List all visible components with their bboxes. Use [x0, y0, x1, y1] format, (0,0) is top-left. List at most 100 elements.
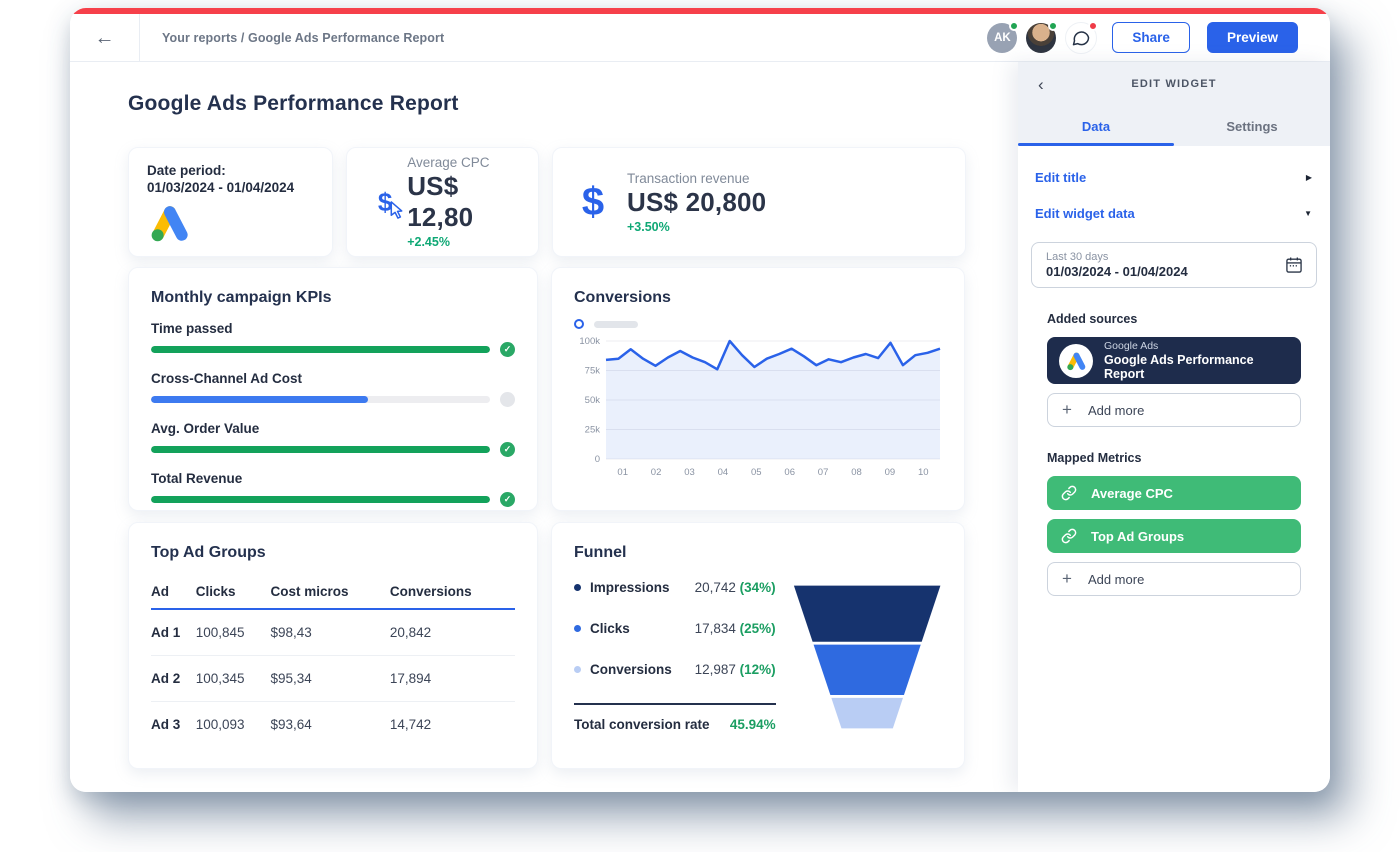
- calendar-icon: [1284, 255, 1304, 275]
- add-metric-button[interactable]: + Add more: [1047, 562, 1301, 596]
- kpi-label: Time passed: [151, 321, 515, 336]
- metric-label: Average CPC: [407, 155, 522, 170]
- legend-dot-icon: [574, 666, 581, 673]
- svg-text:75k: 75k: [585, 366, 601, 377]
- link-icon: [1061, 485, 1077, 501]
- kpi-status-icon: [500, 392, 515, 407]
- summary-cards-row: Date period: 01/03/2024 - 01/04/2024 $: [128, 147, 1018, 257]
- svg-text:02: 02: [651, 467, 662, 478]
- date-range-selector[interactable]: Last 30 days 01/03/2024 - 01/04/2024: [1031, 242, 1317, 288]
- chart-legend: [574, 319, 942, 329]
- app-window: ← Your reports / Google Ads Performance …: [70, 8, 1330, 792]
- funnel-widget[interactable]: Funnel Impressions 20,742 (34%) Clicks: [551, 522, 965, 769]
- report-canvas: Google Ads Performance Report Date perio…: [70, 62, 1018, 792]
- back-arrow-icon: ←: [95, 28, 115, 48]
- topbar-actions: AK Share Preview: [987, 22, 1330, 54]
- plus-icon: +: [1062, 400, 1072, 420]
- date-preset: Last 30 days: [1046, 251, 1188, 263]
- date-range-value: 01/03/2024 - 01/04/2024: [1046, 264, 1188, 279]
- svg-text:0: 0: [595, 454, 600, 465]
- average-cpc-card[interactable]: $ Average CPC US$ 12,80 +2.45%: [346, 147, 539, 257]
- conversions-widget[interactable]: Conversions 025k50k75k100k01020304050607…: [551, 267, 965, 511]
- avatar-initials-text: AK: [994, 32, 1011, 44]
- legend-dot-icon: [574, 584, 581, 591]
- col-cost-micros: Cost micros: [270, 576, 389, 609]
- page-background: ← Your reports / Google Ads Performance …: [0, 0, 1400, 852]
- svg-text:04: 04: [718, 467, 729, 478]
- preview-button[interactable]: Preview: [1207, 22, 1298, 53]
- dollar-cursor-icon: $: [363, 187, 407, 218]
- panel-title: EDIT WIDGET: [1018, 78, 1330, 90]
- svg-text:01: 01: [617, 467, 628, 478]
- widgets-row-2: Monthly campaign KPIs Time passed ✓ Cros…: [128, 267, 1018, 511]
- avatar-photo[interactable]: [1026, 23, 1056, 53]
- kpi-label: Avg. Order Value: [151, 421, 515, 436]
- mapped-metric-average-cpc[interactable]: Average CPC: [1047, 476, 1301, 510]
- widget-title: Conversions: [574, 289, 942, 307]
- mapped-metric-top-ad-groups[interactable]: Top Ad Groups: [1047, 519, 1301, 553]
- notification-dot: [1088, 21, 1098, 31]
- top-ad-groups-widget[interactable]: Top Ad Groups Ad Clicks Cost micros Conv…: [128, 522, 538, 769]
- svg-text:10: 10: [918, 467, 929, 478]
- svg-text:05: 05: [751, 467, 762, 478]
- col-clicks: Clicks: [196, 576, 271, 609]
- svg-text:07: 07: [818, 467, 829, 478]
- table-row: Ad 2 100,345 $95,34 17,894: [151, 656, 515, 702]
- funnel-legend-row: Clicks 17,834 (25%): [574, 621, 776, 636]
- share-button[interactable]: Share: [1112, 22, 1190, 53]
- mapped-metrics-label: Mapped Metrics: [1047, 451, 1301, 465]
- online-status-dot: [1048, 21, 1058, 31]
- metric-value: US$ 20,800: [627, 187, 766, 218]
- source-report-name: Google Ads Performance Report: [1104, 353, 1289, 381]
- added-sources-label: Added sources: [1047, 312, 1301, 326]
- tab-settings[interactable]: Settings: [1174, 106, 1330, 146]
- table-row: Ad 3 100,093 $93,64 14,742: [151, 702, 515, 748]
- source-card-google-ads[interactable]: Google Ads Google Ads Performance Report: [1047, 337, 1301, 384]
- chevron-right-icon: ▶: [1306, 173, 1312, 182]
- active-tab-indicator: [1018, 143, 1174, 146]
- monthly-campaign-kpis-widget[interactable]: Monthly campaign KPIs Time passed ✓ Cros…: [128, 267, 538, 511]
- kpi-progress-bar: [151, 496, 490, 503]
- kpi-label: Total Revenue: [151, 471, 515, 486]
- widget-title: Monthly campaign KPIs: [151, 289, 515, 307]
- google-ads-logo-icon: [147, 203, 191, 243]
- source-provider: Google Ads: [1104, 340, 1289, 352]
- table-row: Ad 1 100,845 $98,43 20,842: [151, 609, 515, 656]
- funnel-chart: [792, 580, 942, 734]
- svg-text:09: 09: [885, 467, 896, 478]
- comments-button[interactable]: [1065, 22, 1097, 54]
- add-source-button[interactable]: + Add more: [1047, 393, 1301, 427]
- edit-widget-panel: ‹ EDIT WIDGET Data Settings Edit title ▶…: [1018, 62, 1330, 792]
- edit-widget-data-row[interactable]: Edit widget data ▼: [1031, 206, 1317, 221]
- date-period-range: 01/03/2024 - 01/04/2024: [147, 180, 314, 195]
- panel-back-chevron-icon[interactable]: ‹: [1038, 76, 1044, 93]
- svg-text:25k: 25k: [585, 425, 601, 436]
- kpi-progress-bar: [151, 346, 490, 353]
- transaction-revenue-card[interactable]: $ Transaction revenue US$ 20,800 +3.50%: [552, 147, 966, 257]
- plus-icon: +: [1062, 569, 1072, 589]
- kpi-item: Time passed ✓: [151, 321, 515, 357]
- kpi-item: Cross-Channel Ad Cost: [151, 371, 515, 407]
- svg-text:08: 08: [851, 467, 862, 478]
- date-period-label: Date period:: [147, 163, 314, 178]
- divider: [574, 703, 776, 705]
- kpi-progress-bar: [151, 396, 368, 403]
- widgets-row-3: Top Ad Groups Ad Clicks Cost micros Conv…: [128, 522, 1018, 769]
- dollar-icon: $: [569, 180, 617, 225]
- widget-title: Funnel: [574, 544, 942, 562]
- funnel-total-row: Total conversion rate 45.94%: [574, 717, 776, 732]
- page-title: Google Ads Performance Report: [128, 92, 1018, 116]
- date-period-card[interactable]: Date period: 01/03/2024 - 01/04/2024: [128, 147, 333, 257]
- edit-title-row[interactable]: Edit title ▶: [1031, 170, 1317, 185]
- tab-data[interactable]: Data: [1018, 106, 1174, 146]
- avatar-initials[interactable]: AK: [987, 23, 1017, 53]
- kpi-status-icon: ✓: [500, 492, 515, 507]
- chat-bubble-icon: [1071, 28, 1091, 48]
- breadcrumb: Your reports / Google Ads Performance Re…: [162, 31, 444, 45]
- col-ad: Ad: [151, 576, 196, 609]
- back-button[interactable]: ←: [70, 14, 140, 61]
- kpi-status-icon: ✓: [500, 442, 515, 457]
- kpi-item: Total Revenue ✓: [151, 471, 515, 507]
- top-bar: ← Your reports / Google Ads Performance …: [70, 14, 1330, 62]
- legend-placeholder: [594, 321, 638, 328]
